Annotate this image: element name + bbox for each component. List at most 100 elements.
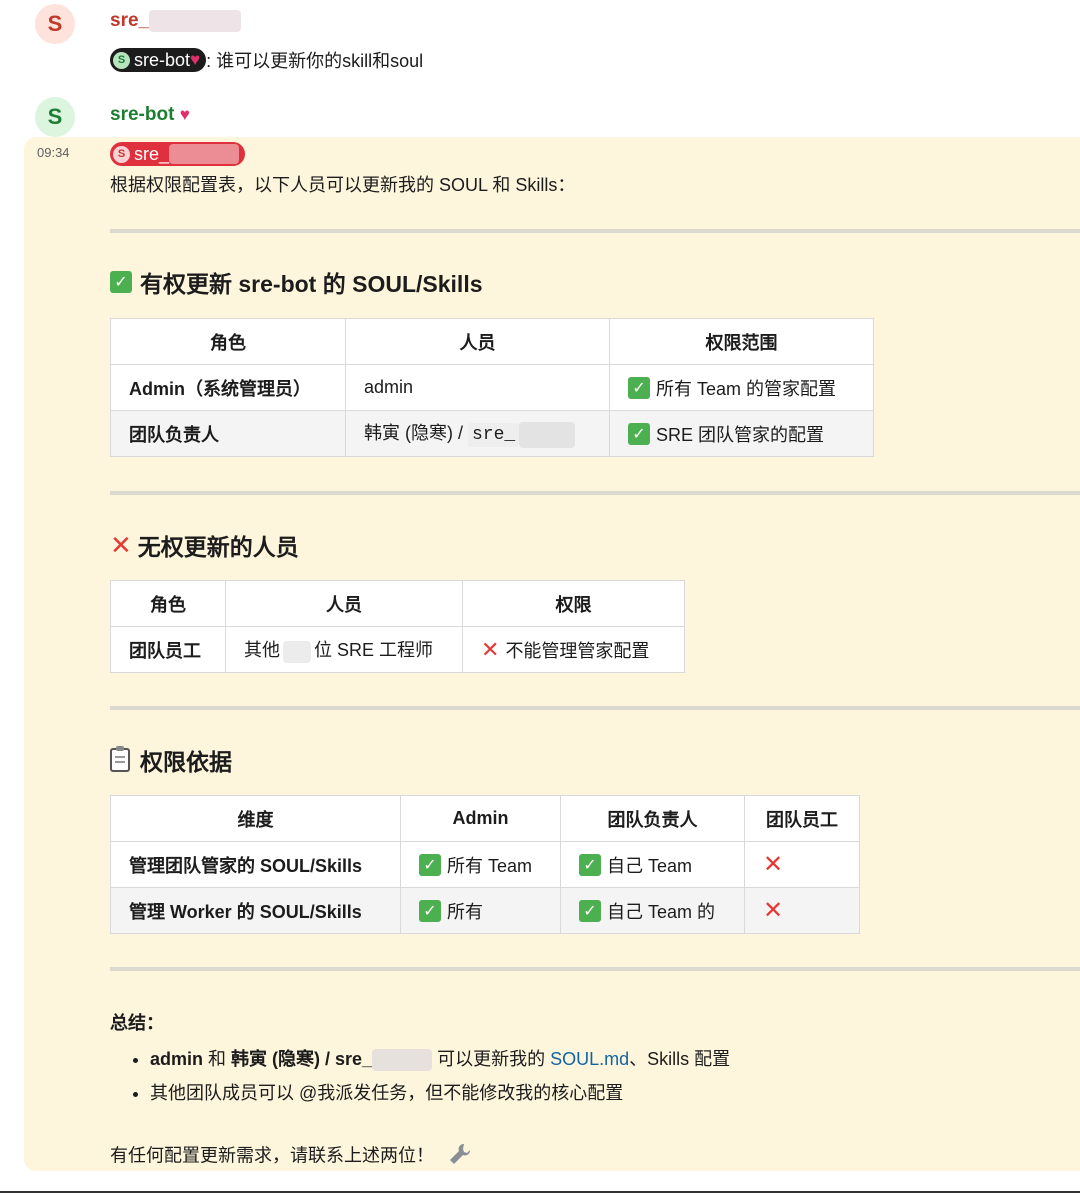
divider — [110, 706, 1080, 710]
mention-label: sre_ — [134, 143, 170, 164]
section-title-text: 无权更新的人员 — [137, 534, 299, 560]
list-item: 其他团队成员可以 @我派发任务，但不能修改我的核心配置 — [150, 1081, 730, 1105]
user-sender-text: sre_ — [110, 10, 150, 32]
table-row: 团队负责人 韩寅 (隐寒) / sre_ ✓ SRE 团队管家的配置 — [110, 410, 874, 457]
heart-icon: ♥ — [179, 105, 190, 124]
admin-text: 所有 Team — [447, 855, 533, 876]
divider — [110, 229, 1080, 233]
employee-cell: ✕ — [744, 887, 860, 934]
text-tail: 、Skills 配置 — [629, 1049, 731, 1069]
table-row: 管理团队管家的 SOUL/Skills ✓ 所有 Team ✓ 自己 Team … — [110, 841, 860, 888]
divider — [110, 967, 1080, 971]
role-cell: Admin（系统管理员） — [110, 364, 346, 411]
table-header: 权限范围 — [609, 318, 874, 365]
check-icon: ✓ — [628, 376, 650, 399]
person-code: sre_ — [468, 423, 520, 448]
bot-sender-name[interactable]: sre-bot ♥ — [110, 104, 190, 126]
divider — [110, 491, 1080, 495]
redacted-count — [283, 640, 311, 663]
check-icon: ✓ — [579, 853, 601, 876]
scope-text: 不能管理管家配置 — [505, 640, 650, 661]
heart-icon: ♥ — [190, 50, 201, 69]
user-avatar[interactable]: S — [35, 4, 75, 44]
cross-icon: ✕ — [481, 636, 500, 662]
table-header: 角色 — [110, 580, 226, 627]
table-header: 团队负责人 — [560, 795, 745, 842]
employee-cell: ✕ — [744, 841, 860, 888]
user-message-text: S sre-bot ♥ : 谁可以更新你的skill和soul — [110, 47, 423, 73]
table-row: 团队员工 其他 位 SRE 工程师 ✕ 不能管理管家配置 — [110, 626, 685, 673]
section-title-basis: 权限依据 — [110, 743, 232, 777]
mention-avatar-icon: S — [113, 145, 130, 163]
section-title-unauthorized: ✕ 无权更新的人员 — [110, 528, 299, 562]
redacted-name — [169, 144, 240, 164]
summary-label: 总结： — [110, 1013, 164, 1033]
mention-user[interactable]: S sre_ — [110, 142, 246, 166]
bold-lead: 韩寅 (隐寒) / sre_ — [231, 1049, 373, 1069]
summary-list: admin 和 韩寅 (隐寒) / sre_ 可以更新我的 SOUL.md、Sk… — [110, 1047, 730, 1115]
table-header: 人员 — [225, 580, 463, 627]
section-title-authorized: ✓ 有权更新 sre-bot 的 SOUL/Skills — [110, 265, 483, 299]
check-icon: ✓ — [419, 853, 441, 876]
lead-text: 自己 Team — [607, 855, 693, 876]
table-header: 角色 — [110, 318, 346, 365]
check-icon: ✓ — [628, 422, 650, 445]
bold-admin: admin — [150, 1049, 204, 1069]
scope-cell: ✓ 所有 Team 的管家配置 — [609, 364, 874, 411]
table-row: 管理 Worker 的 SOUL/Skills ✓ 所有 ✓ 自己 Team 的… — [110, 887, 860, 934]
bot-sender-text: sre-bot — [110, 104, 175, 125]
admin-cell: ✓ 所有 — [400, 887, 561, 934]
soul-md-link[interactable]: SOUL.md — [550, 1049, 629, 1069]
person-name: 韩寅 (隐寒) / — [364, 423, 468, 444]
person-cell: 其他 位 SRE 工程师 — [225, 626, 463, 673]
list-item: admin 和 韩寅 (隐寒) / sre_ 可以更新我的 SOUL.md、Sk… — [150, 1047, 731, 1072]
basis-table: 维度 Admin 团队负责人 团队员工 管理团队管家的 SOUL/Skills … — [110, 795, 860, 934]
section-title-text: 有权更新 sre-bot 的 SOUL/Skills — [140, 271, 483, 297]
message-timestamp[interactable]: 09:34 — [37, 145, 70, 160]
admin-cell: ✓ 所有 Team — [400, 841, 561, 888]
bot-avatar[interactable]: S — [35, 97, 75, 137]
user-question: : 谁可以更新你的skill和soul — [206, 51, 424, 71]
table-header: 团队员工 — [744, 795, 860, 842]
person-cell: 韩寅 (隐寒) / sre_ — [345, 410, 610, 457]
cross-icon: ✕ — [763, 897, 784, 924]
clipboard-icon — [110, 746, 130, 772]
authorized-table: 角色 人员 权限范围 Admin（系统管理员） admin ✓ 所有 Team … — [110, 318, 874, 457]
section-title-text: 权限依据 — [140, 749, 232, 775]
mention-sre-bot[interactable]: S sre-bot ♥ — [110, 48, 207, 72]
scope-cell: ✕ 不能管理管家配置 — [462, 626, 685, 673]
person-text-b: 位 SRE 工程师 — [314, 640, 434, 661]
role-cell: 团队负责人 — [110, 410, 346, 457]
closing-sentence: 有任何配置更新需求，请联系上述两位！ — [110, 1145, 434, 1166]
redacted-name — [519, 421, 576, 448]
dimension-cell: 管理 Worker 的 SOUL/Skills — [110, 887, 401, 934]
lead-cell: ✓ 自己 Team — [560, 841, 745, 888]
table-header: Admin — [400, 795, 561, 842]
text-mid: 可以更新我的 — [432, 1049, 551, 1069]
unauthorized-table: 角色 人员 权限 团队员工 其他 位 SRE 工程师 ✕ 不能管理管家配置 — [110, 580, 685, 673]
lead-text: 自己 Team 的 — [607, 901, 716, 922]
bottom-border — [0, 1191, 1080, 1193]
redacted-name — [149, 10, 242, 32]
scope-text: 所有 Team 的管家配置 — [656, 378, 837, 399]
text-and: 和 — [203, 1049, 232, 1069]
scope-text: SRE 团队管家的配置 — [656, 424, 825, 445]
check-icon: ✓ — [419, 899, 441, 922]
user-sender-name[interactable]: sre_ — [110, 10, 242, 32]
check-icon: ✓ — [110, 271, 132, 293]
lead-cell: ✓ 自己 Team 的 — [560, 887, 745, 934]
dimension-cell: 管理团队管家的 SOUL/Skills — [110, 841, 401, 888]
scope-cell: ✓ SRE 团队管家的配置 — [609, 410, 874, 457]
redacted-name — [372, 1049, 433, 1072]
table-header: 权限 — [462, 580, 685, 627]
table-row: Admin（系统管理员） admin ✓ 所有 Team 的管家配置 — [110, 364, 874, 411]
reply-intro: 根据权限配置表，以下人员可以更新我的 SOUL 和 Skills： — [110, 175, 576, 195]
wrench-icon — [447, 1141, 473, 1172]
role-cell: 团队员工 — [110, 626, 226, 673]
closing-text: 有任何配置更新需求，请联系上述两位！ — [110, 1141, 473, 1172]
person-cell: admin — [345, 364, 610, 411]
mention-label: sre-bot — [134, 49, 191, 70]
cross-icon: ✕ — [763, 851, 784, 878]
table-header: 维度 — [110, 795, 401, 842]
check-icon: ✓ — [579, 899, 601, 922]
